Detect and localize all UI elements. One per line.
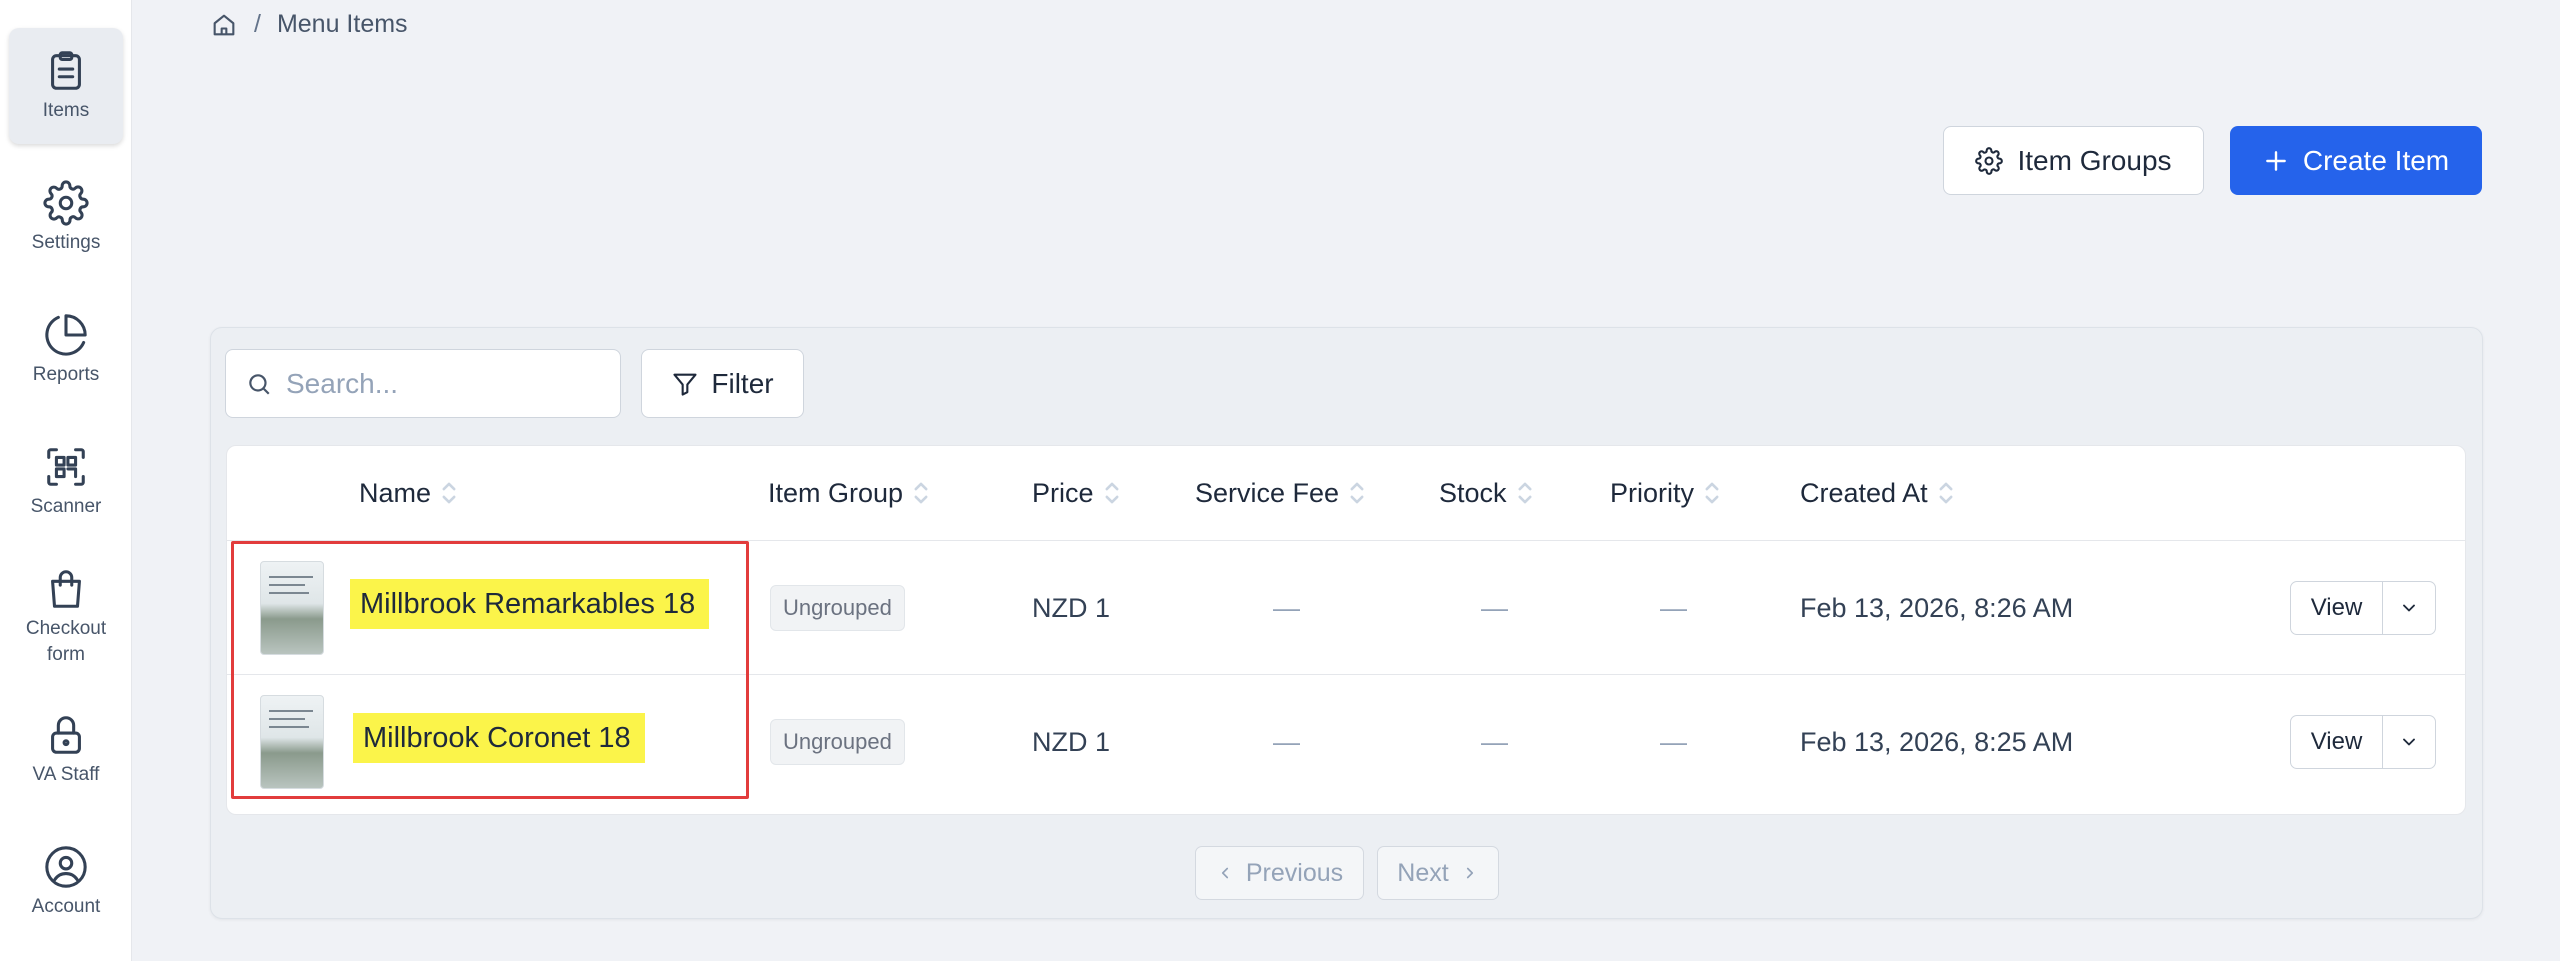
gear-icon xyxy=(43,180,89,226)
row-menu-button[interactable] xyxy=(2383,582,2435,634)
create-item-button[interactable]: Create Item xyxy=(2230,126,2482,195)
sort-icon xyxy=(441,480,457,506)
row-actions: View xyxy=(2290,715,2436,769)
item-service-fee: — xyxy=(1273,726,1300,757)
item-stock: — xyxy=(1481,726,1508,757)
next-label: Next xyxy=(1397,858,1449,887)
sort-icon xyxy=(1938,480,1954,506)
items-card: Filter Name Item Group Price Service Fee… xyxy=(210,327,2483,919)
column-header-label: Item Group xyxy=(768,477,904,508)
sidebar-item-label: VA Staff xyxy=(32,764,100,785)
item-price: NZD 1 xyxy=(1032,726,1111,757)
item-groups-button[interactable]: Item Groups xyxy=(1943,126,2204,195)
home-icon[interactable] xyxy=(210,11,238,39)
column-header-label: Price xyxy=(1032,477,1094,508)
column-header-label: Name xyxy=(359,477,432,508)
breadcrumb-separator: / xyxy=(254,10,261,38)
view-button[interactable]: View xyxy=(2291,716,2383,768)
column-header-label: Service Fee xyxy=(1195,477,1340,508)
table-row[interactable]: Millbrook Coronet 18 Ungrouped NZD 1 — —… xyxy=(227,674,2465,808)
item-stock: — xyxy=(1481,592,1508,623)
column-header-label: Created At xyxy=(1800,477,1928,508)
item-service-fee: — xyxy=(1273,592,1300,623)
item-created-at: Feb 13, 2026, 8:25 AM xyxy=(1800,726,2074,757)
items-table: Name Item Group Price Service Fee Stock … xyxy=(226,445,2466,815)
sort-icon xyxy=(1349,480,1365,506)
sidebar-item-va-staff[interactable]: VA Staff xyxy=(9,700,123,800)
column-header-service-fee[interactable]: Service Fee xyxy=(1195,446,1365,540)
sidebar-item-label: Account xyxy=(31,896,101,917)
plus-icon xyxy=(2266,150,2286,171)
sidebar-item-items[interactable]: Items xyxy=(9,28,123,144)
item-thumbnail xyxy=(260,695,324,789)
column-header-created-at[interactable]: Created At xyxy=(1800,446,1954,540)
row-menu-button[interactable] xyxy=(2383,716,2435,768)
chevron-right-icon xyxy=(1466,867,1473,879)
column-header-name[interactable]: Name xyxy=(359,446,457,540)
table-row[interactable]: Millbrook Remarkables 18 Ungrouped NZD 1… xyxy=(227,540,2465,674)
breadcrumb: / Menu Items xyxy=(210,10,408,39)
previous-button[interactable]: Previous xyxy=(1195,846,1364,900)
filter-icon xyxy=(673,373,697,396)
previous-label: Previous xyxy=(1245,858,1344,887)
sidebar: Items Settings Reports Scanner Checkout … xyxy=(0,0,132,961)
sort-icon xyxy=(1517,480,1533,506)
clipboard-icon xyxy=(51,51,81,90)
search-box xyxy=(225,349,621,418)
view-button[interactable]: View xyxy=(2291,582,2383,634)
search-input[interactable] xyxy=(286,367,586,400)
column-header-stock[interactable]: Stock xyxy=(1439,446,1533,540)
chevron-left-icon xyxy=(1221,867,1228,879)
sidebar-item-account[interactable]: Account xyxy=(9,832,123,932)
sidebar-item-settings[interactable]: Settings xyxy=(9,168,123,268)
item-name[interactable]: Millbrook Remarkables 18 xyxy=(350,579,710,629)
filter-button[interactable]: Filter xyxy=(641,349,804,418)
chevron-down-icon xyxy=(2403,604,2415,612)
sidebar-item-label: Items xyxy=(42,100,90,121)
shopping-bag-icon xyxy=(51,570,81,608)
sidebar-item-label: Checkout form xyxy=(25,618,107,665)
item-price: NZD 1 xyxy=(1032,592,1111,623)
item-group-badge: Ungrouped xyxy=(770,719,905,765)
column-header-priority[interactable]: Priority xyxy=(1610,446,1720,540)
filter-label: Filter xyxy=(711,367,774,399)
sidebar-item-label: Scanner xyxy=(30,496,102,517)
pie-chart-icon xyxy=(45,314,87,356)
chevron-down-icon xyxy=(2403,738,2415,746)
create-item-label: Create Item xyxy=(2302,144,2450,176)
column-header-price[interactable]: Price xyxy=(1032,446,1120,540)
column-header-label: Priority xyxy=(1610,477,1695,508)
item-groups-label: Item Groups xyxy=(2017,144,2172,176)
gear-icon xyxy=(1975,146,2004,175)
row-actions: View xyxy=(2290,581,2436,635)
sidebar-item-checkout-form[interactable]: Checkout form xyxy=(9,560,123,674)
item-thumbnail xyxy=(260,561,324,655)
lock-icon xyxy=(51,716,81,754)
column-header-label: Stock xyxy=(1439,477,1507,508)
column-header-item-group[interactable]: Item Group xyxy=(768,446,929,540)
item-priority: — xyxy=(1660,726,1687,757)
sort-icon xyxy=(913,480,929,506)
search-icon xyxy=(249,373,270,395)
item-created-at: Feb 13, 2026, 8:26 AM xyxy=(1800,592,2074,623)
sidebar-item-label: Reports xyxy=(32,364,100,385)
item-name[interactable]: Millbrook Coronet 18 xyxy=(353,713,645,763)
next-button[interactable]: Next xyxy=(1377,846,1499,900)
sidebar-item-scanner[interactable]: Scanner xyxy=(9,432,123,532)
user-circle-icon xyxy=(45,846,87,888)
breadcrumb-current: Menu Items xyxy=(276,10,408,38)
sort-icon xyxy=(1104,480,1120,506)
sort-icon xyxy=(1704,480,1720,506)
item-priority: — xyxy=(1660,592,1687,623)
sidebar-item-reports[interactable]: Reports xyxy=(9,300,123,400)
item-group-badge: Ungrouped xyxy=(770,585,905,631)
qr-scan-icon xyxy=(47,448,85,486)
sidebar-item-label: Settings xyxy=(31,232,101,253)
